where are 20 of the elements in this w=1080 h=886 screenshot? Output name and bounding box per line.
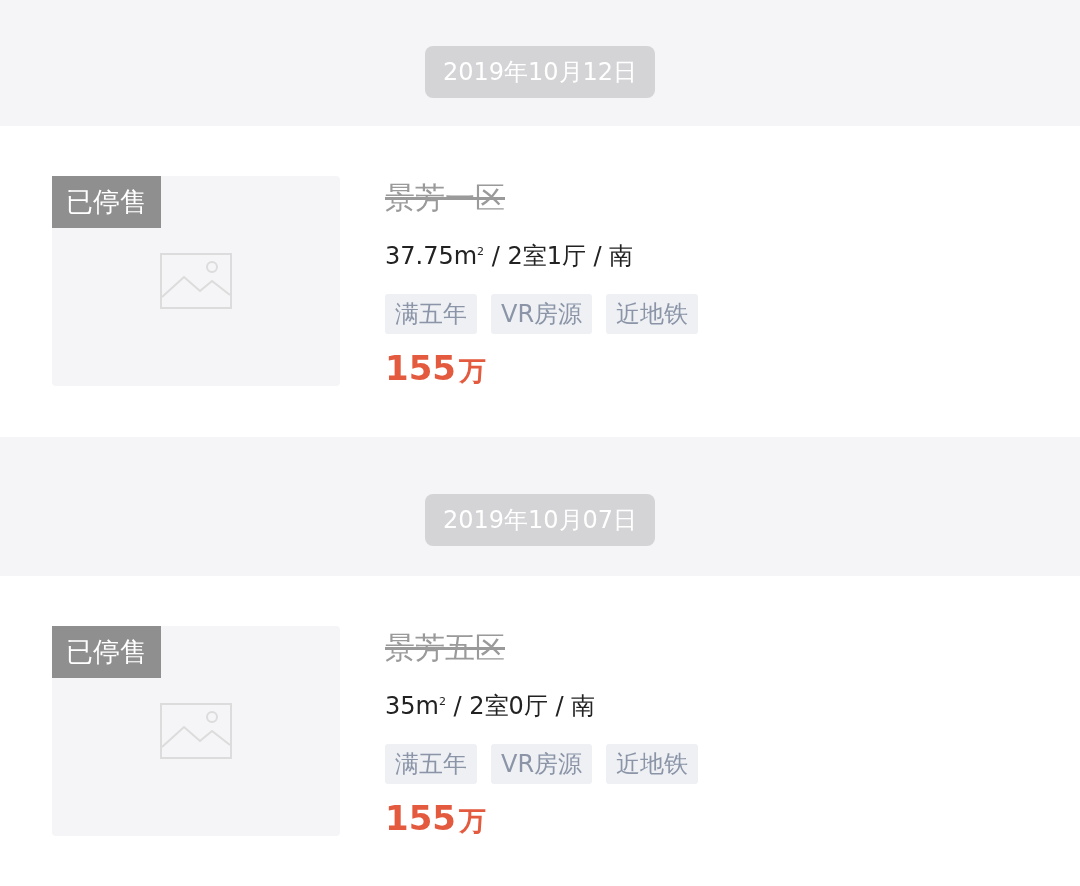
image-icon [160,703,232,759]
feature-tag: 满五年 [385,744,477,784]
price-value: 155 [385,348,456,388]
feature-tag: 满五年 [385,294,477,334]
feature-tag: 近地铁 [606,294,699,334]
image-icon [160,253,232,309]
listing-title: 景芳五区 [385,629,505,667]
listing-info: 35m$^{2}$ / 2室0厅 / 南 [385,691,596,722]
listing-title: 景芳一区 [385,179,505,217]
feature-tag: 近地铁 [606,744,699,784]
price-value: 155 [385,798,456,838]
price-unit: 万 [459,804,486,838]
feature-tag: VR房源 [491,294,593,334]
feature-tag: VR房源 [491,744,593,784]
listing-info: 37.75m$^{2}$ / 2室1厅 / 南 [385,241,634,272]
status-badge: 已停售 [52,626,161,678]
listing-card[interactable]: 已停售 景芳五区 35m$^{2}$ / 2室0厅 / 南 满五年 VR房源 近地铁 155万 [0,576,1080,886]
status-badge: 已停售 [52,176,161,228]
price-unit: 万 [459,354,486,388]
listing-card[interactable]: 已停售 景芳一区 37.75m$^{2}$ / 2室1厅 / 南 满五年 VR房源 近地铁 155万 [0,126,1080,437]
